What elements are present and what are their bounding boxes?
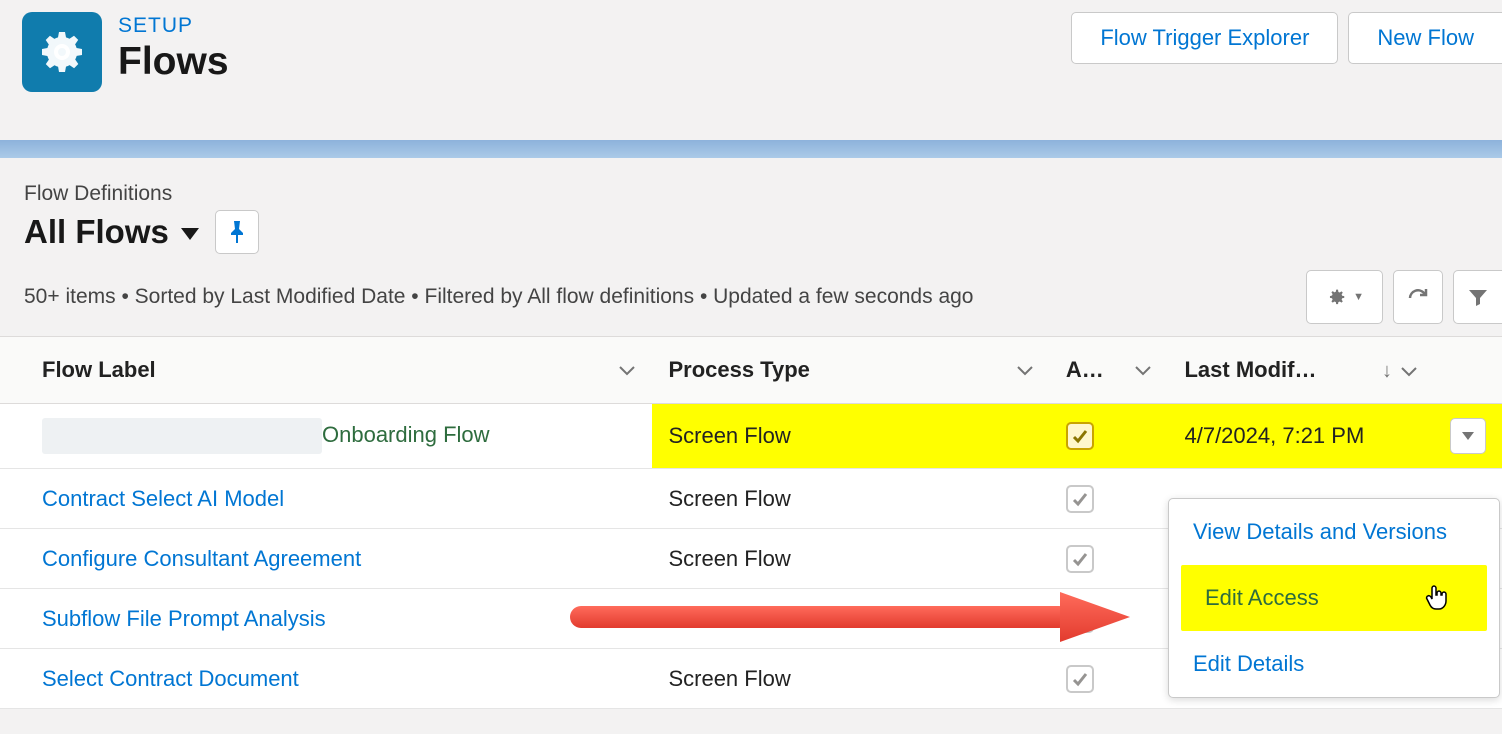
flow-label-link[interactable]: Subflow File Prompt Analysis	[42, 606, 326, 631]
caret-down-icon	[181, 228, 199, 240]
list-view-header: Flow Definitions All Flows	[0, 158, 1502, 266]
menu-item-label: Edit Access	[1205, 585, 1319, 610]
list-status-text: 50+ items • Sorted by Last Modified Date…	[24, 285, 973, 309]
cell-last-modified: 4/7/2024, 7:21 PM	[1168, 404, 1433, 469]
cell-flow-label: Configure Consultant Agreement	[0, 529, 652, 589]
list-view-picker[interactable]: All Flows	[24, 210, 1478, 254]
list-toolbar: ▼	[1306, 270, 1502, 324]
header-buttons: Flow Trigger Explorer New Flow	[1071, 12, 1502, 64]
active-checkbox	[1066, 665, 1094, 693]
setup-label: SETUP	[118, 14, 229, 38]
decorative-ribbon	[0, 140, 1502, 158]
menu-view-details[interactable]: View Details and Versions	[1169, 499, 1499, 565]
flow-trigger-explorer-button[interactable]: Flow Trigger Explorer	[1071, 12, 1338, 64]
cell-process-type: Screen Flow	[652, 404, 1049, 469]
active-checkbox	[1066, 485, 1094, 513]
cell-active	[1050, 404, 1169, 469]
page-title: Flows	[118, 40, 229, 84]
cell-active	[1050, 469, 1169, 529]
row-menu-button[interactable]	[1450, 418, 1486, 454]
column-header-last-modified[interactable]: Last Modif… ↓	[1168, 337, 1433, 404]
pin-icon	[228, 221, 246, 243]
title-block: SETUP Flows	[118, 12, 229, 84]
flow-label-link[interactable]: Contract Select AI Model	[42, 486, 284, 511]
chevron-down-icon	[1400, 365, 1418, 377]
new-flow-button[interactable]: New Flow	[1348, 12, 1502, 64]
column-header-actions	[1434, 337, 1502, 404]
gear-small-icon	[1325, 286, 1347, 308]
flow-label-link[interactable]: Configure Consultant Agreement	[42, 546, 361, 571]
cell-process-type: Screen Flow	[652, 529, 1049, 589]
status-row: 50+ items • Sorted by Last Modified Date…	[0, 266, 1502, 336]
redacted-text	[42, 418, 322, 454]
view-name-label: All Flows	[24, 213, 169, 251]
menu-edit-details[interactable]: Edit Details	[1169, 631, 1499, 697]
cell-active	[1050, 529, 1169, 589]
cell-flow-label: Subflow File Prompt Analysis	[0, 589, 652, 649]
column-header-flow-label[interactable]: Flow Label	[0, 337, 652, 404]
gear-icon	[22, 12, 102, 92]
cell-active	[1050, 649, 1169, 709]
column-label: Flow Label	[42, 357, 156, 383]
cell-process-type: Screen Flow	[652, 469, 1049, 529]
cell-actions	[1434, 404, 1502, 469]
column-label: Last Modif…	[1184, 357, 1316, 383]
list-settings-button[interactable]: ▼	[1306, 270, 1383, 324]
sort-arrow-down-icon: ↓	[1382, 360, 1392, 382]
menu-edit-access[interactable]: Edit Access	[1181, 565, 1487, 631]
chevron-down-icon	[1016, 364, 1034, 376]
refresh-button[interactable]	[1393, 270, 1443, 324]
refresh-icon	[1406, 285, 1430, 309]
column-header-active[interactable]: A…	[1050, 337, 1169, 404]
filter-button[interactable]	[1453, 270, 1502, 324]
column-label: A…	[1066, 357, 1104, 383]
caret-down-icon	[1462, 432, 1474, 440]
pin-list-button[interactable]	[215, 210, 259, 254]
cell-flow-label: Contract Select AI Model	[0, 469, 652, 529]
annotation-arrow	[570, 592, 1130, 647]
flow-label-link[interactable]: Select Contract Document	[42, 666, 299, 691]
cell-flow-label: Select Contract Document	[0, 649, 652, 709]
filter-icon	[1466, 285, 1490, 309]
cell-flow-label: Onboarding Flow	[0, 404, 652, 469]
cursor-pointer-icon	[1425, 584, 1449, 612]
cell-process-type: Screen Flow	[652, 649, 1049, 709]
active-checkbox	[1066, 422, 1094, 450]
column-header-process-type[interactable]: Process Type	[652, 337, 1049, 404]
row-action-menu: View Details and Versions Edit Access Ed…	[1168, 498, 1500, 698]
chevron-down-icon	[618, 364, 636, 376]
column-label: Process Type	[668, 357, 809, 383]
chevron-down-icon	[1134, 364, 1152, 376]
object-label: Flow Definitions	[24, 182, 1478, 206]
table-row: Onboarding Flow Screen Flow 4/7/2024, 7:21…	[0, 404, 1502, 469]
active-checkbox	[1066, 545, 1094, 573]
flow-label-link[interactable]: Onboarding Flow	[322, 422, 490, 447]
page-header: SETUP Flows Flow Trigger Explorer New Fl…	[0, 0, 1502, 140]
